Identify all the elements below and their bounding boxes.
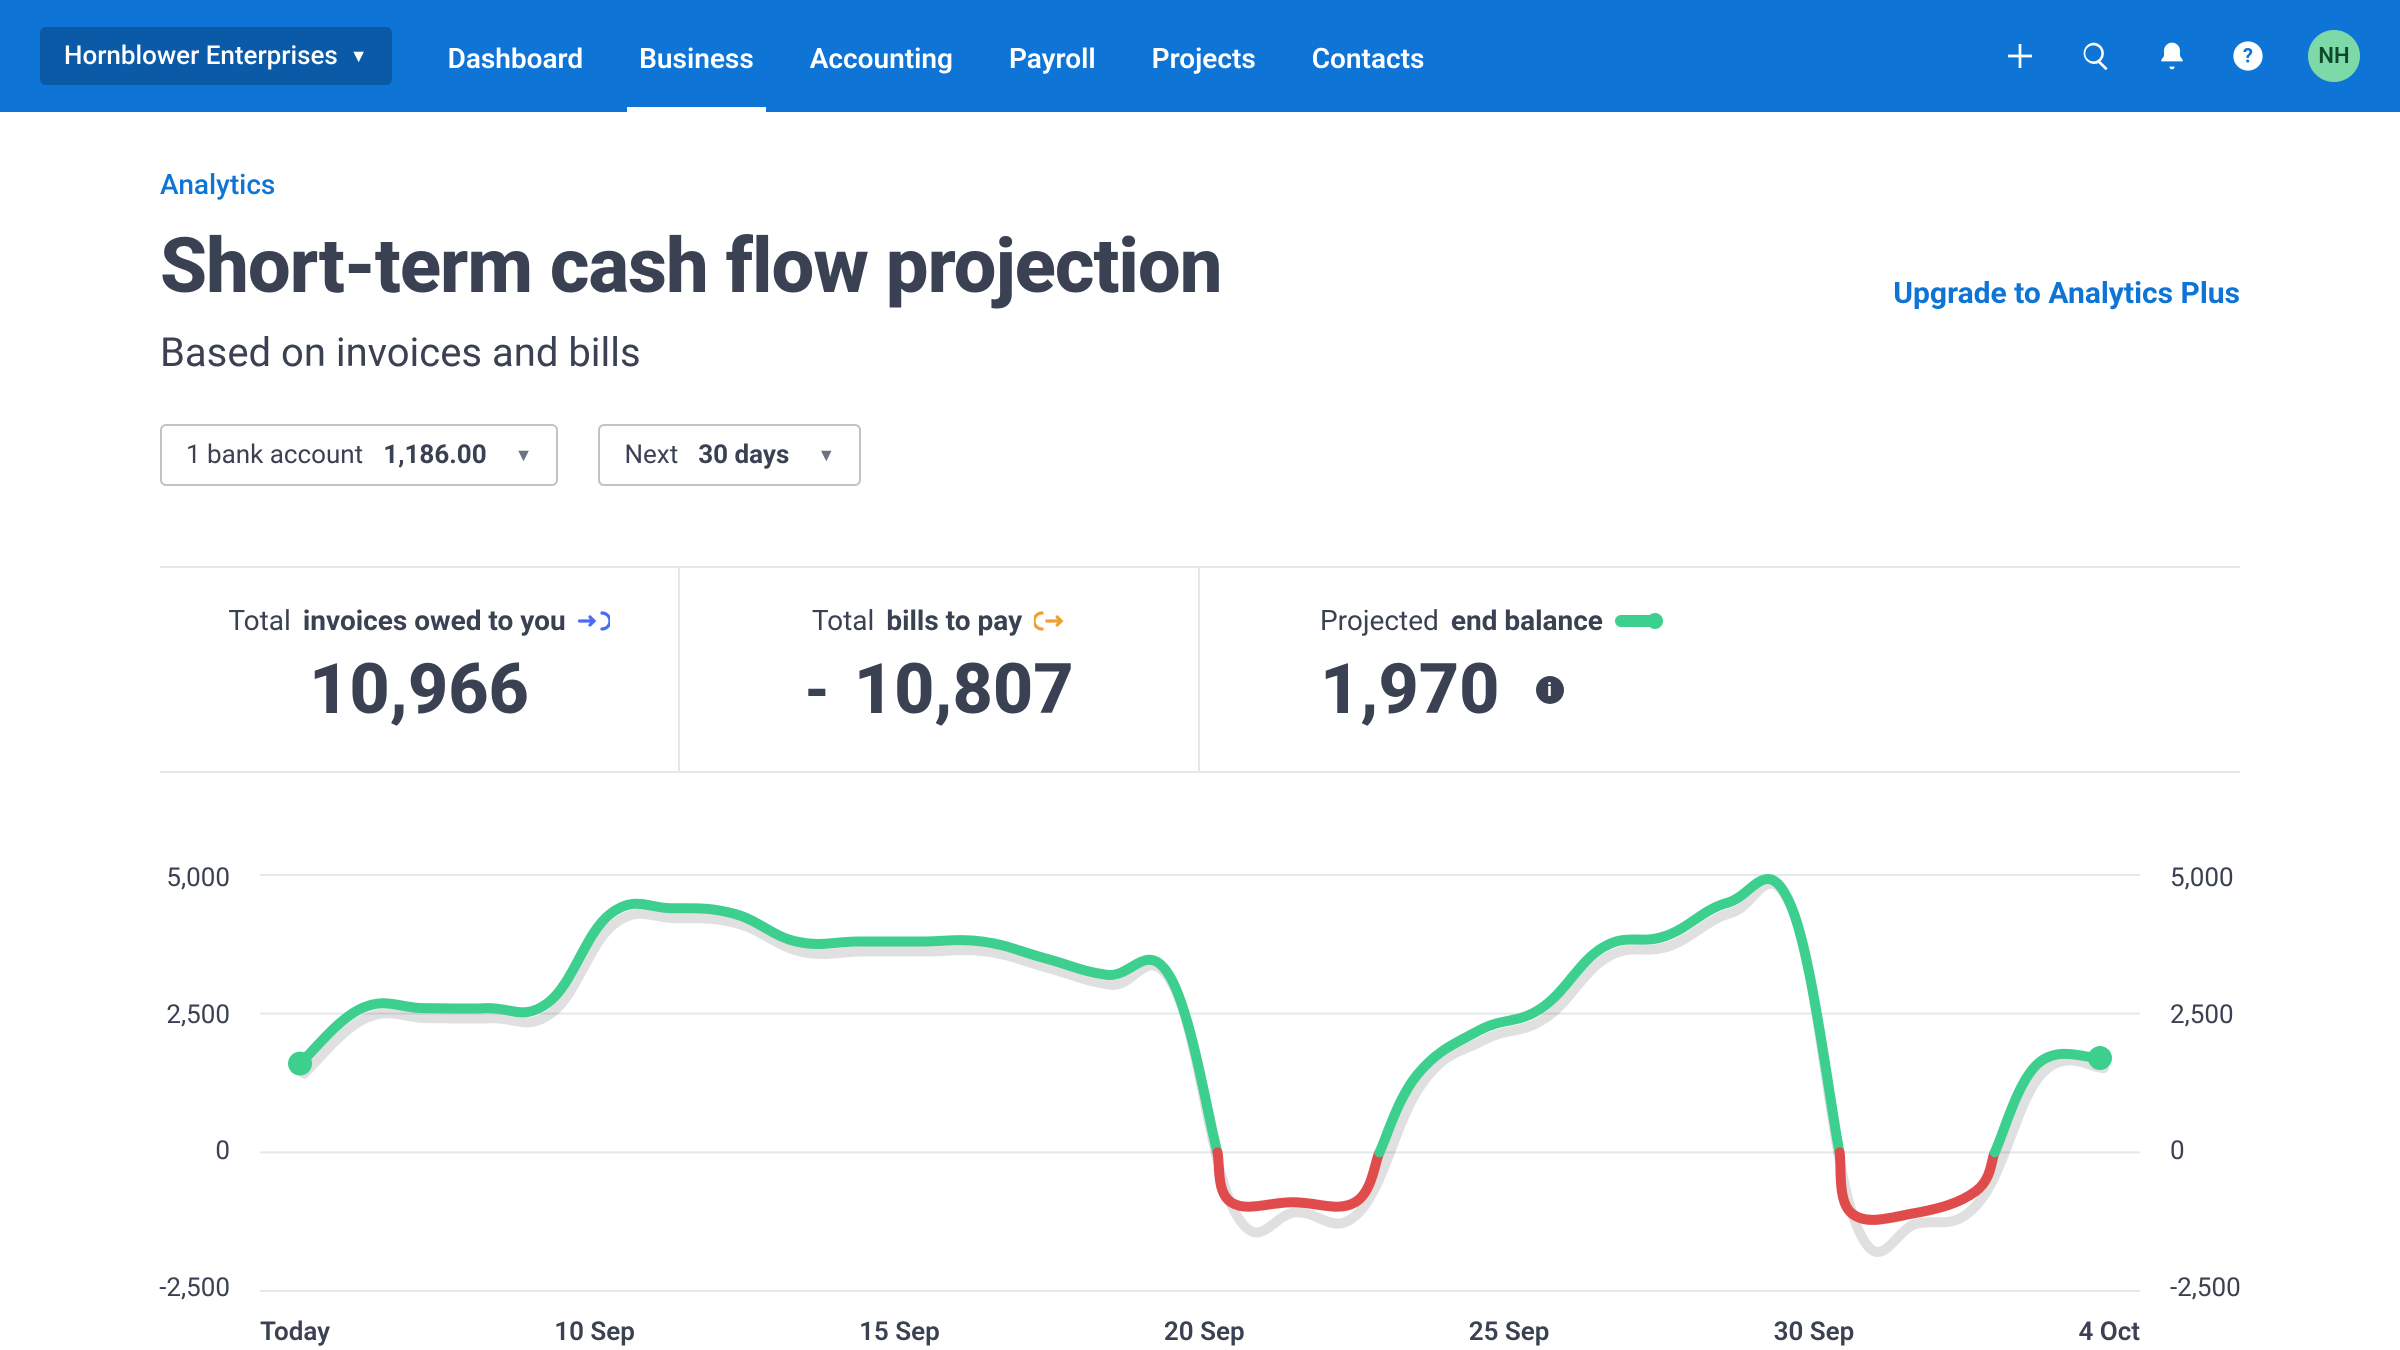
metric-invoices-bold: invoices owed to you	[303, 604, 566, 637]
metric-invoices-prefix: Total	[228, 604, 291, 637]
page-content: Analytics Short-term cash flow projectio…	[0, 112, 2400, 1343]
range-selector-prefix: Next	[624, 440, 678, 470]
metrics-row: Total invoices owed to you 10,966 Total …	[160, 566, 2240, 773]
nav-contacts[interactable]: Contacts	[1312, 2, 1425, 111]
x-tick: Today	[260, 1317, 330, 1347]
nav-business[interactable]: Business	[639, 2, 754, 111]
svg-text:?: ?	[2243, 44, 2253, 68]
x-tick: 10 Sep	[554, 1317, 635, 1347]
metric-end-value: 1,970	[1320, 649, 1500, 731]
page-subtitle: Based on invoices and bills	[160, 329, 2240, 376]
arrow-out-icon	[1034, 609, 1066, 633]
plot-area	[260, 863, 2140, 1303]
account-selector[interactable]: 1 bank account 1,186.00 ▼	[160, 424, 558, 486]
nav-right: ? NH	[2004, 30, 2360, 82]
avatar[interactable]: NH	[2308, 30, 2360, 82]
org-switcher[interactable]: Hornblower Enterprises ▼	[40, 27, 392, 85]
y-tick: 5,000	[2170, 863, 2234, 893]
metric-end-bold: end balance	[1451, 604, 1603, 637]
metric-bills: Total bills to pay - 10,807	[680, 568, 1200, 771]
x-tick: 4 Oct	[2078, 1317, 2140, 1347]
range-selector-value: 30 days	[698, 440, 789, 470]
org-name: Hornblower Enterprises	[64, 41, 338, 71]
y-tick: 0	[2170, 1136, 2185, 1166]
arrow-in-icon	[578, 609, 610, 633]
account-selector-value: 1,186.00	[383, 440, 486, 470]
y-tick: 5,000	[166, 863, 230, 893]
metric-end-balance: Projected end balance 1,970 i	[1200, 568, 2240, 771]
help-icon[interactable]: ?	[2232, 40, 2264, 72]
nav-accounting[interactable]: Accounting	[810, 2, 953, 111]
nav-payroll[interactable]: Payroll	[1009, 2, 1096, 111]
x-axis: Today 10 Sep 15 Sep 20 Sep 25 Sep 30 Sep…	[260, 1317, 2140, 1347]
metric-invoices-value: 10,966	[200, 649, 638, 731]
x-tick: 30 Sep	[1774, 1317, 1855, 1347]
chevron-down-icon: ▼	[515, 445, 533, 466]
metric-bills-prefix: Total	[812, 604, 875, 637]
metric-invoices: Total invoices owed to you 10,966	[160, 568, 680, 771]
top-navbar: Hornblower Enterprises ▼ Dashboard Busin…	[0, 0, 2400, 112]
cashflow-chart: 5,000 2,500 0 -2,500 5,000 2,500 0 -2,50…	[160, 863, 2240, 1343]
metric-end-prefix: Projected	[1320, 604, 1439, 637]
y-axis-left: 5,000 2,500 0 -2,500	[140, 863, 230, 1303]
chevron-down-icon: ▼	[817, 445, 835, 466]
y-axis-right: 5,000 2,500 0 -2,500	[2170, 863, 2260, 1303]
nav-projects[interactable]: Projects	[1152, 2, 1256, 111]
nav-items: Dashboard Business Accounting Payroll Pr…	[448, 2, 1425, 111]
y-tick: 2,500	[166, 1000, 230, 1030]
y-tick: -2,500	[2170, 1273, 2241, 1303]
range-selector[interactable]: Next 30 days ▼	[598, 424, 861, 486]
info-icon[interactable]: i	[1536, 676, 1564, 704]
search-icon[interactable]	[2080, 40, 2112, 72]
page-title: Short-term cash flow projection	[160, 221, 1221, 311]
x-tick: 25 Sep	[1469, 1317, 1550, 1347]
plus-icon[interactable]	[2004, 40, 2036, 72]
chevron-down-icon: ▼	[350, 46, 368, 67]
x-tick: 15 Sep	[859, 1317, 940, 1347]
y-tick: 2,500	[2170, 1000, 2234, 1030]
line-end-icon	[1615, 615, 1655, 627]
account-selector-label: 1 bank account	[186, 440, 363, 470]
bell-icon[interactable]	[2156, 40, 2188, 72]
selectors-row: 1 bank account 1,186.00 ▼ Next 30 days ▼	[160, 424, 2240, 486]
y-tick: 0	[215, 1136, 230, 1166]
breadcrumb[interactable]: Analytics	[160, 168, 2240, 201]
metric-bills-sign: -	[804, 655, 829, 726]
y-tick: -2,500	[159, 1273, 230, 1303]
upgrade-link[interactable]: Upgrade to Analytics Plus	[1893, 276, 2240, 311]
metric-bills-bold: bills to pay	[886, 604, 1022, 637]
x-tick: 20 Sep	[1164, 1317, 1245, 1347]
metric-bills-value: 10,807	[854, 649, 1074, 731]
nav-dashboard[interactable]: Dashboard	[448, 2, 584, 111]
